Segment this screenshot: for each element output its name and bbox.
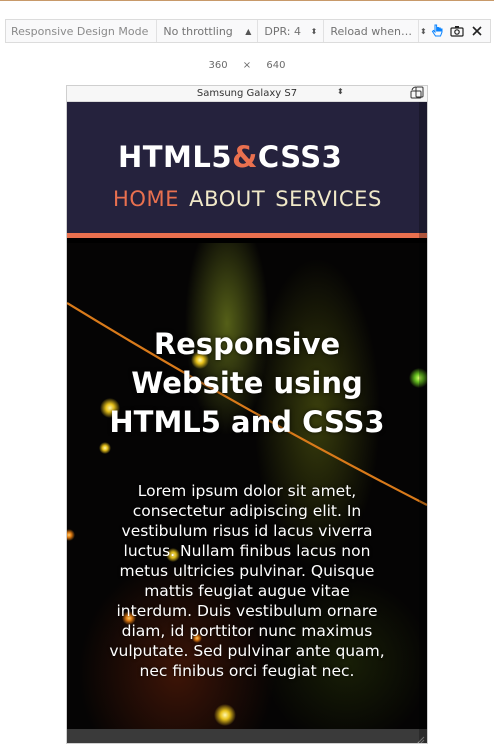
hero-section: Responsive Website using HTML5 and CSS3 … bbox=[67, 243, 427, 743]
toolbar-icons bbox=[424, 24, 490, 38]
dpr-select[interactable]: DPR: 4 ⬍ bbox=[258, 20, 325, 42]
device-viewport: HTML5&CSS3 HOME ABOUT SERVICES Responsiv… bbox=[67, 102, 427, 743]
rdm-toolbar: Responsive Design Mode No throttling ▲ D… bbox=[0, 0, 494, 43]
throttling-label: No throttling bbox=[163, 24, 233, 38]
nav-link-about[interactable]: ABOUT bbox=[189, 187, 265, 211]
viewport-bottom-bar bbox=[67, 729, 427, 743]
device-selector-bar[interactable]: Samsung Galaxy S7 ⬍ bbox=[67, 86, 427, 102]
site-header: HTML5&CSS3 HOME ABOUT SERVICES bbox=[67, 102, 427, 238]
rdm-title: Responsive Design Mode bbox=[6, 20, 158, 42]
throttling-arrow-icon: ▲ bbox=[245, 26, 252, 36]
logo-html5: HTML5 bbox=[118, 140, 233, 174]
rotate-device-icon[interactable] bbox=[409, 86, 425, 100]
hero-title: Responsive Website using HTML5 and CSS3 bbox=[109, 327, 385, 439]
logo-css3: CSS3 bbox=[257, 140, 343, 174]
viewport-size-readout: 360 × 640 bbox=[0, 60, 494, 71]
dpr-label: DPR: 4 bbox=[264, 24, 301, 38]
throttling-select[interactable]: No throttling ▲ bbox=[157, 20, 259, 42]
touch-simulation-icon[interactable] bbox=[430, 24, 444, 38]
device-frame: Samsung Galaxy S7 ⬍ HTML5&CSS3 HOME ABOU… bbox=[66, 85, 428, 744]
site-logo[interactable]: HTML5&CSS3 bbox=[118, 140, 342, 174]
viewport-height[interactable]: 640 bbox=[266, 60, 285, 71]
device-dropdown-icon[interactable]: ⬍ bbox=[337, 87, 344, 96]
reload-select[interactable]: Reload when… ⬍ bbox=[324, 20, 427, 42]
rdm-toolbar-bar: Responsive Design Mode No throttling ▲ D… bbox=[5, 19, 491, 43]
viewport-width[interactable]: 360 bbox=[209, 60, 228, 71]
viewport-scrollbar[interactable] bbox=[419, 102, 427, 743]
logo-ampersand: & bbox=[232, 140, 258, 174]
hero-paragraph: Lorem ipsum dolor sit amet, consectetur … bbox=[109, 482, 385, 680]
size-separator: × bbox=[242, 60, 252, 71]
site-nav: HOME ABOUT SERVICES bbox=[113, 187, 382, 211]
nav-link-services[interactable]: SERVICES bbox=[275, 187, 382, 211]
reload-label: Reload when… bbox=[330, 24, 412, 38]
nav-link-home[interactable]: HOME bbox=[113, 187, 179, 211]
screenshot-camera-icon[interactable] bbox=[450, 24, 464, 38]
dpr-arrow-icon: ⬍ bbox=[310, 26, 318, 36]
close-icon[interactable] bbox=[470, 24, 484, 38]
device-name[interactable]: Samsung Galaxy S7 bbox=[197, 88, 297, 99]
